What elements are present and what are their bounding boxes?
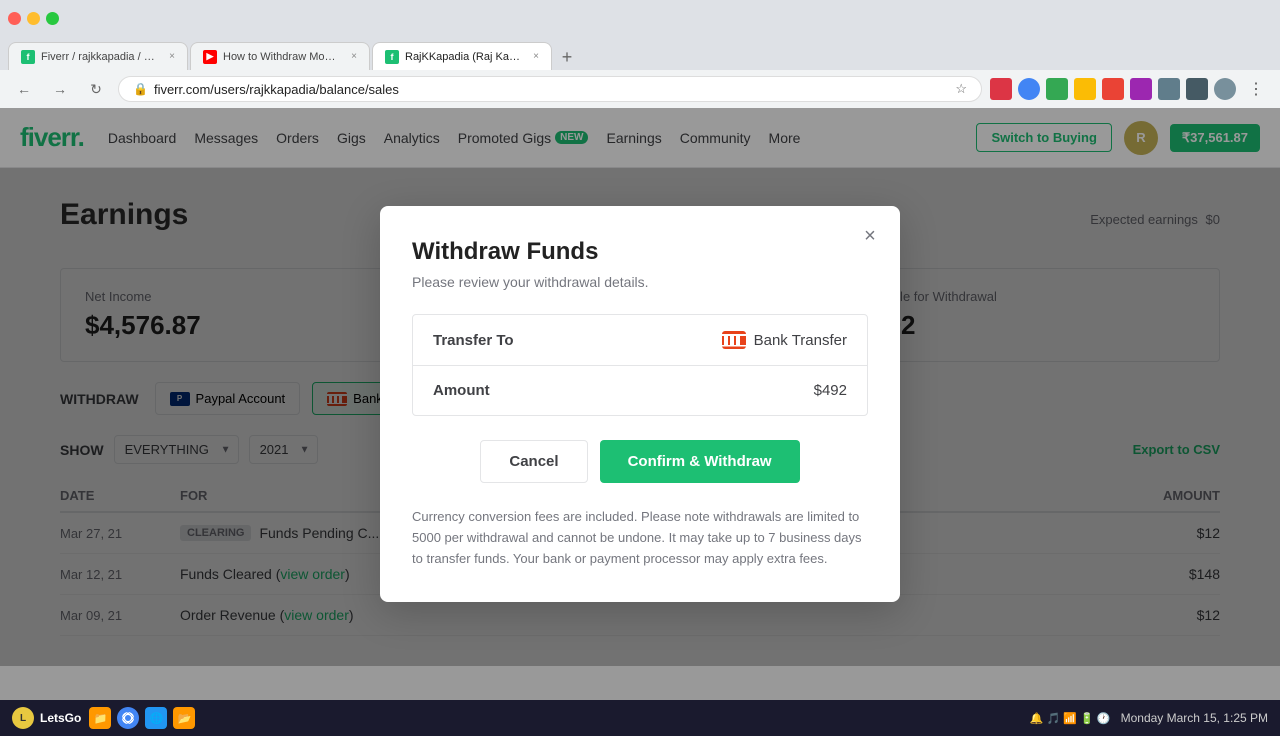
reload-button[interactable]: ↻ (82, 75, 110, 103)
lock-icon: 🔒 (133, 82, 148, 96)
close-window-button[interactable] (8, 12, 21, 25)
tab-2-label: How to Withdraw Money fro... (223, 51, 341, 63)
browser-chrome: f Fiverr / rajkkapadia / Reven... × ▶ Ho… (0, 0, 1280, 108)
confirm-withdraw-button[interactable]: Confirm & Withdraw (600, 440, 800, 483)
taskbar-system-icons: 🔔 🎵 📶 🔋 🕐 (1030, 712, 1111, 725)
toolbar-icons: ⋮ (990, 75, 1270, 103)
tabs-bar: f Fiverr / rajkkapadia / Reven... × ▶ Ho… (0, 36, 1280, 70)
extensions-icon-8[interactable] (1186, 78, 1208, 100)
address-bar[interactable]: 🔒 fiverr.com/users/rajkkapadia/balance/s… (118, 76, 982, 102)
browser-tab-3[interactable]: f RajKKapadia (Raj Kapadia) × (372, 42, 552, 70)
taskbar-browser-icon[interactable]: 🌐 (145, 707, 167, 729)
extensions-icon-1[interactable] (990, 78, 1012, 100)
extensions-icon-4[interactable] (1074, 78, 1096, 100)
profile-icon[interactable] (1214, 78, 1236, 100)
modal-subtitle: Please review your withdrawal details. (412, 274, 868, 290)
taskbar-folder-icon[interactable]: 📂 (173, 707, 195, 729)
tab-3-close[interactable]: × (533, 51, 539, 62)
window-controls (8, 12, 59, 25)
withdraw-funds-modal: × Withdraw Funds Please review your with… (380, 206, 900, 601)
tab-1-label: Fiverr / rajkkapadia / Reven... (41, 51, 159, 63)
more-options-button[interactable]: ⋮ (1242, 75, 1270, 103)
tab-1-close[interactable]: × (169, 51, 175, 62)
browser-titlebar (0, 0, 1280, 36)
amount-label: Amount (433, 382, 490, 399)
modal-close-button[interactable]: × (856, 222, 884, 250)
modal-disclaimer: Currency conversion fees are included. P… (412, 507, 868, 569)
new-tab-button[interactable]: + (554, 44, 580, 70)
taskbar-time: Monday March 15, 1:25 PM (1121, 711, 1268, 725)
transfer-to-value: Bank Transfer (722, 331, 847, 349)
extensions-icon-3[interactable] (1046, 78, 1068, 100)
browser-tab-2[interactable]: ▶ How to Withdraw Money fro... × (190, 42, 370, 70)
transfer-to-label: Transfer To (433, 332, 514, 349)
modal-overlay: × Withdraw Funds Please review your with… (0, 108, 1280, 700)
maximize-window-button[interactable] (46, 12, 59, 25)
transfer-to-row: Transfer To Bank Transfer (413, 315, 867, 366)
letsgo-label: LetsGo (40, 711, 81, 725)
star-icon[interactable]: ☆ (955, 81, 967, 97)
extensions-icon-5[interactable] (1102, 78, 1124, 100)
taskbar-files-icon[interactable]: 📁 (89, 707, 111, 729)
modal-title: Withdraw Funds (412, 238, 868, 266)
taskbar-chrome-icon[interactable] (117, 707, 139, 729)
browser-toolbar: ← → ↻ 🔒 fiverr.com/users/rajkkapadia/bal… (0, 70, 1280, 108)
extensions-icon-6[interactable] (1130, 78, 1152, 100)
withdrawal-details-table: Transfer To Bank Transfer (412, 314, 868, 416)
forward-button[interactable]: → (46, 75, 74, 103)
taskbar-letsgo[interactable]: L LetsGo (12, 707, 81, 729)
taskbar: L LetsGo 📁 🌐 📂 🔔 🎵 📶 🔋 🕐 Monday March 15… (0, 700, 1280, 736)
tab-2-close[interactable]: × (351, 51, 357, 62)
letsgo-icon: L (12, 707, 34, 729)
bank-transfer-icon (722, 331, 746, 349)
taskbar-app-icons: 📁 🌐 📂 (89, 707, 195, 729)
back-button[interactable]: ← (10, 75, 38, 103)
modal-actions: Cancel Confirm & Withdraw (412, 440, 868, 483)
amount-row: Amount $492 (413, 366, 867, 415)
taskbar-right: 🔔 🎵 📶 🔋 🕐 Monday March 15, 1:25 PM (1030, 711, 1268, 725)
page-content: fiverr. Dashboard Messages Orders Gigs A… (0, 108, 1280, 700)
minimize-window-button[interactable] (27, 12, 40, 25)
url-text: fiverr.com/users/rajkkapadia/balance/sal… (154, 82, 949, 97)
amount-value: $492 (814, 382, 847, 399)
extensions-icon-7[interactable] (1158, 78, 1180, 100)
extensions-icon-2[interactable] (1018, 78, 1040, 100)
cancel-button[interactable]: Cancel (480, 440, 587, 483)
tab-3-label: RajKKapadia (Raj Kapadia) (405, 51, 523, 63)
browser-tab-1[interactable]: f Fiverr / rajkkapadia / Reven... × (8, 42, 188, 70)
